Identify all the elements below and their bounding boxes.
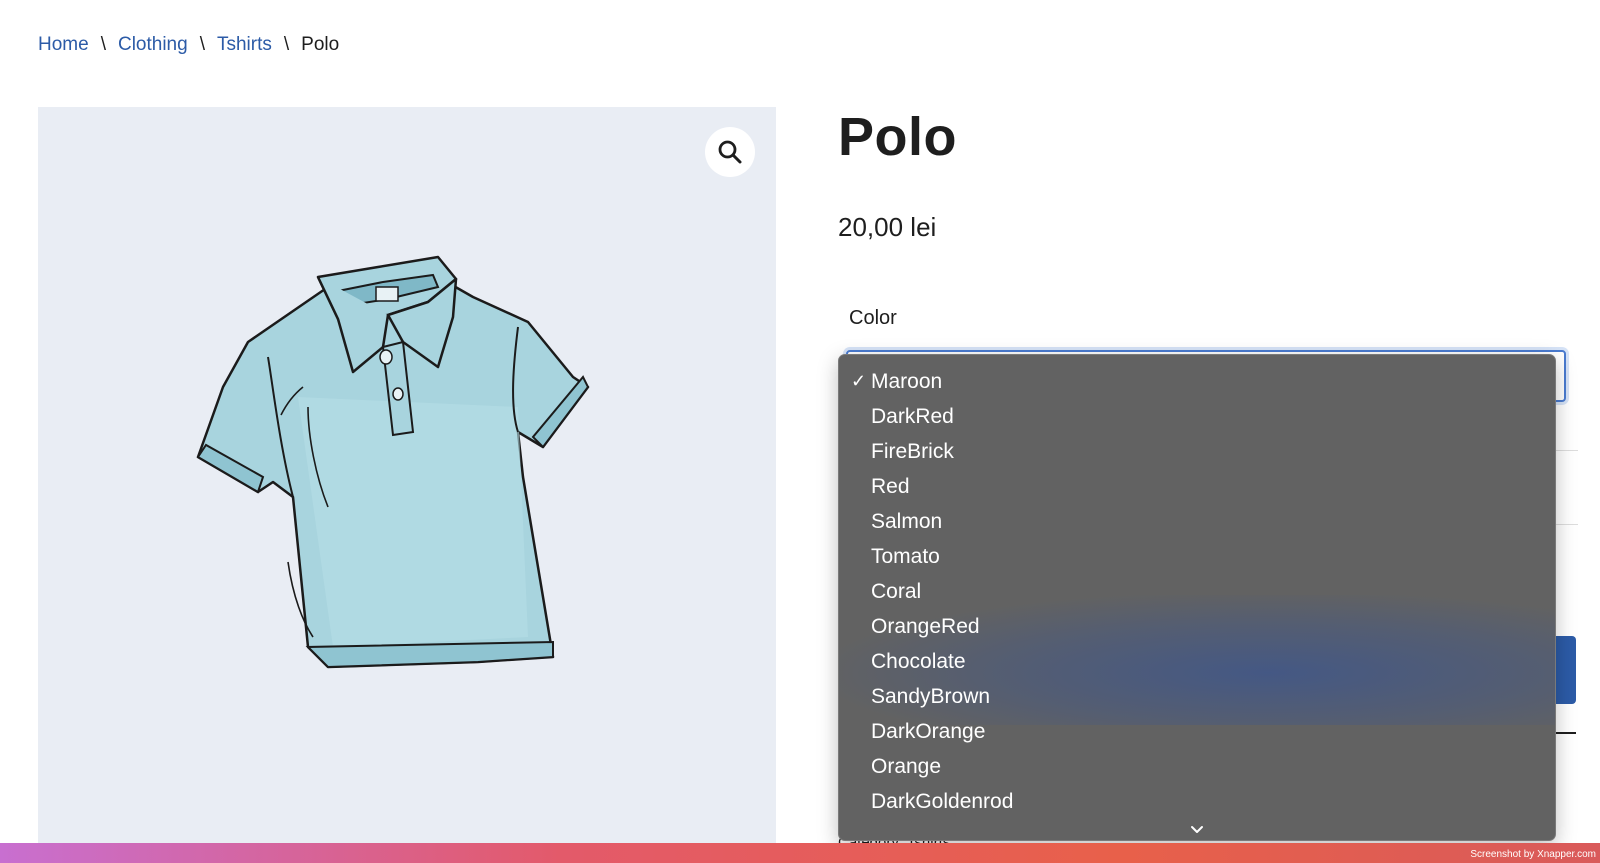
option-orangered[interactable]: OrangeRed xyxy=(839,609,1555,644)
product-price: 20,00 lei xyxy=(838,212,937,242)
option-chocolate[interactable]: Chocolate xyxy=(839,644,1555,679)
color-label: Color xyxy=(849,307,897,329)
option-red[interactable]: Red xyxy=(839,469,1555,504)
breadcrumb-clothing[interactable]: Clothing xyxy=(118,34,188,56)
breadcrumb-separator: \ xyxy=(283,34,290,55)
option-label: Maroon xyxy=(871,370,943,393)
option-coral[interactable]: Coral xyxy=(839,574,1555,609)
option-orange[interactable]: Orange xyxy=(839,749,1555,784)
chevron-down-icon[interactable] xyxy=(1189,824,1205,836)
breadcrumb-separator: \ xyxy=(199,34,205,55)
option-firebrick[interactable]: FireBrick xyxy=(839,434,1555,469)
color-dropdown-list[interactable]: ✓ Maroon DarkRed FireBrick Red Salmon To… xyxy=(838,354,1556,841)
option-maroon[interactable]: ✓ Maroon xyxy=(839,364,1555,399)
magnifier-icon xyxy=(718,140,742,164)
zoom-button[interactable] xyxy=(705,127,755,177)
polo-shirt-image xyxy=(196,255,590,669)
option-salmon[interactable]: Salmon xyxy=(839,504,1555,539)
option-darkorange[interactable]: DarkOrange xyxy=(839,714,1555,749)
option-tomato[interactable]: Tomato xyxy=(839,539,1555,574)
product-gallery[interactable] xyxy=(38,107,776,843)
option-sandybrown[interactable]: SandyBrown xyxy=(839,679,1555,714)
breadcrumb-separator: \ xyxy=(100,34,106,55)
breadcrumb-home[interactable]: Home xyxy=(38,34,89,56)
product-page: Home \ Clothing \ Tshirts \ Polo Polo 20… xyxy=(0,0,1600,843)
checkmark-icon: ✓ xyxy=(851,371,867,391)
product-title: Polo xyxy=(838,107,957,167)
breadcrumb: Home \ Clothing \ Tshirts \ Polo xyxy=(38,34,339,56)
breadcrumb-tshirts[interactable]: Tshirts xyxy=(217,34,272,56)
option-darkgoldenrod[interactable]: DarkGoldenrod xyxy=(839,784,1555,819)
option-darkred[interactable]: DarkRed xyxy=(839,399,1555,434)
breadcrumb-current: Polo xyxy=(301,34,340,55)
window-bottom-strip: Screenshot by Xnapper.com xyxy=(0,843,1600,863)
watermark: Screenshot by Xnapper.com xyxy=(1470,849,1596,860)
